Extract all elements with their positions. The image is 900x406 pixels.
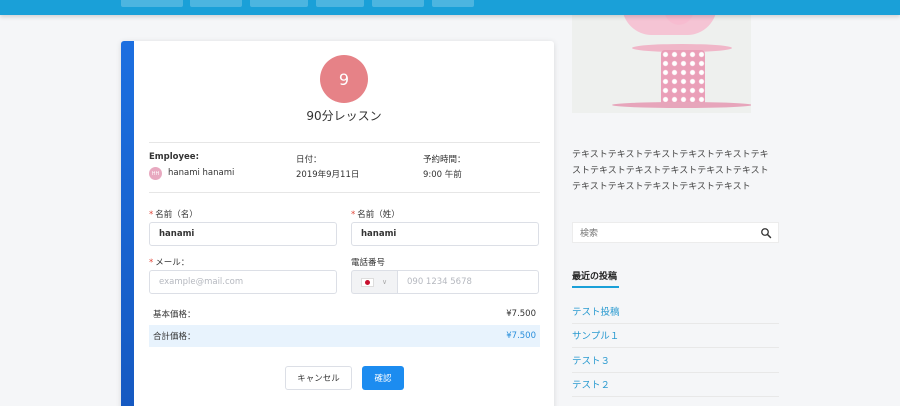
top-bar-button[interactable]	[121, 0, 183, 7]
last-name-field[interactable]: hanami	[351, 222, 539, 246]
top-bar	[0, 0, 900, 15]
search-icon[interactable]	[760, 227, 772, 239]
top-bar-button[interactable]	[250, 0, 308, 7]
phone-label: 電話番号	[351, 258, 386, 268]
top-bar-button[interactable]	[372, 0, 424, 7]
last-name-label: * 名前（姓）	[351, 210, 400, 220]
country-code-select[interactable]: ∨	[351, 270, 397, 294]
recent-posts-list: テスト投稿 サンプル１ テスト３ テスト２	[572, 299, 779, 397]
confirm-button[interactable]: 確認	[362, 366, 404, 390]
employee-label: Employee:	[149, 152, 199, 162]
time-value: 9:00 午前	[423, 170, 462, 180]
first-name-field[interactable]: hanami	[149, 222, 337, 246]
recent-posts-underline	[572, 286, 619, 288]
booking-card: 9 90分レッスン Employee: HH hanami hanami 日付：…	[121, 41, 554, 406]
employee-avatar: HH	[149, 167, 162, 180]
total-price-label: 合計価格：	[153, 332, 196, 342]
time-label: 予約時間：	[423, 155, 466, 165]
recent-posts-title: 最近の投稿	[572, 272, 618, 282]
card-accent-stripe	[121, 41, 134, 406]
top-bar-button[interactable]	[432, 0, 474, 7]
japan-flag-icon	[361, 277, 374, 287]
phone-field[interactable]: 090 1234 5678	[397, 270, 539, 294]
base-price-value: ¥7.500	[506, 309, 536, 319]
search-input[interactable]: 検索	[572, 222, 779, 243]
first-name-label: * 名前（名）	[149, 210, 198, 220]
base-price-row: 基本価格： ¥7.500	[149, 303, 540, 325]
recent-post-link[interactable]: テスト２	[572, 373, 779, 397]
divider	[149, 192, 540, 193]
search-placeholder: 検索	[580, 229, 599, 239]
cancel-button[interactable]: キャンセル	[285, 366, 352, 390]
email-field[interactable]: example@mail.com	[149, 270, 337, 294]
employee-name: hanami hanami	[168, 168, 235, 178]
recent-post-link[interactable]: サンプル１	[572, 324, 779, 348]
recent-post-link[interactable]: テスト投稿	[572, 299, 779, 324]
top-bar-button[interactable]	[316, 0, 364, 7]
cake-image	[572, 0, 751, 113]
total-price-row: 合計価格： ¥7.500	[149, 325, 540, 347]
date-label: 日付：	[296, 155, 322, 165]
sidebar-text: テキストテキストテキストテキストテキストテキストテキストテキストテキストテキスト…	[572, 150, 769, 192]
divider	[149, 142, 540, 143]
recent-post-link[interactable]: テスト３	[572, 348, 779, 373]
service-avatar: 9	[320, 55, 368, 103]
email-label: * メール：	[149, 258, 190, 268]
base-price-label: 基本価格：	[153, 310, 196, 320]
top-bar-button[interactable]	[190, 0, 242, 7]
date-value: 2019年9月11日	[296, 170, 360, 180]
total-price-value: ¥7.500	[506, 331, 536, 341]
chevron-down-icon: ∨	[382, 278, 388, 286]
service-name: 90分レッスン	[306, 109, 382, 123]
